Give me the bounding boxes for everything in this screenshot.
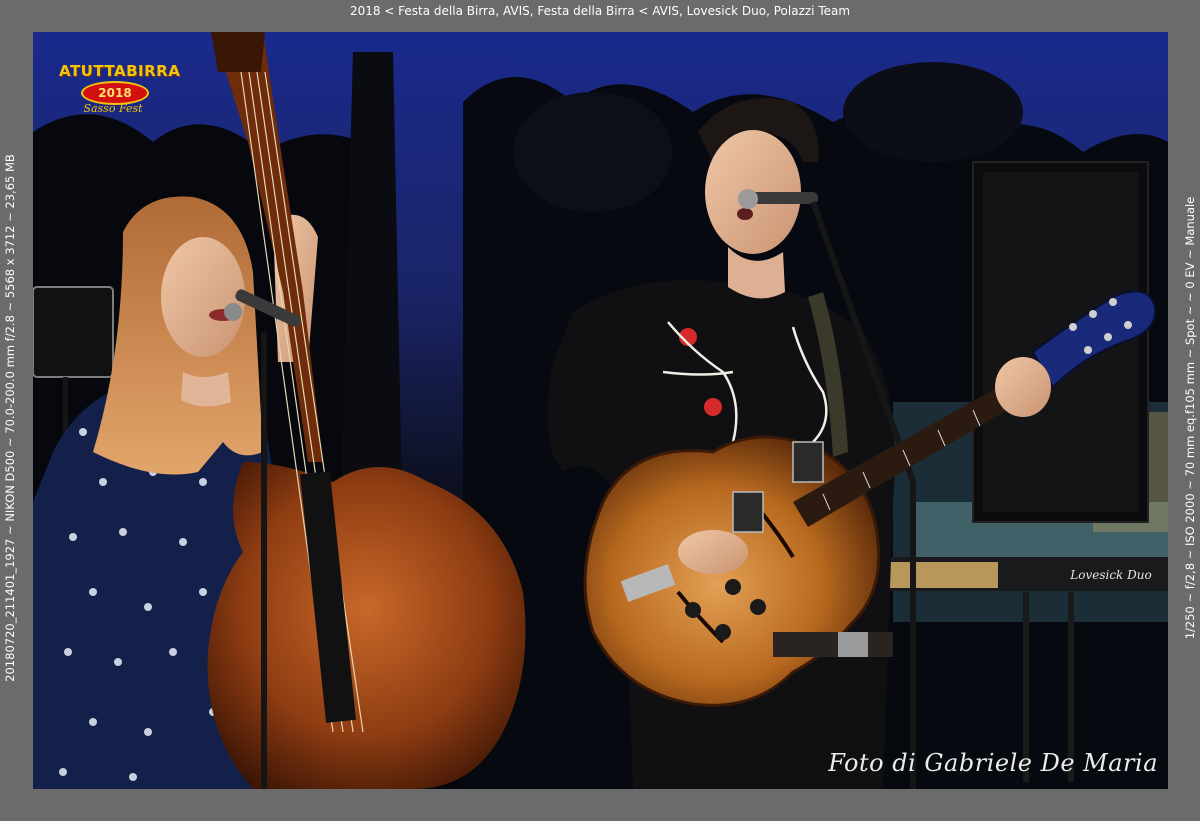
logo-subtitle: Sasso Fest <box>83 102 143 115</box>
photo-scene: Lovesick Duo <box>33 32 1168 789</box>
exif-caption-right: 1/250 ~ f/2,8 ~ ISO 2000 ~ 70 mm eq.f105… <box>1183 196 1197 640</box>
keyboard-brand-label: Lovesick Duo <box>1069 568 1151 582</box>
logo-title: ATUTTABIRRA <box>59 62 181 80</box>
atuttabirra-logo: ATUTTABIRRA 2018 Sasso Fest <box>59 62 181 118</box>
photographer-watermark: Foto di Gabriele De Maria <box>828 749 1158 777</box>
photo-caption-top: 2018 < Festa della Birra, AVIS, Festa de… <box>349 4 851 18</box>
concert-photo: Lovesick Duo ATUTTABIRRA 2018 Sasso Fest… <box>33 32 1168 789</box>
exif-caption-left: 20180720_211401_1927 ~ NIKON D500 ~ 70.0… <box>3 154 17 682</box>
